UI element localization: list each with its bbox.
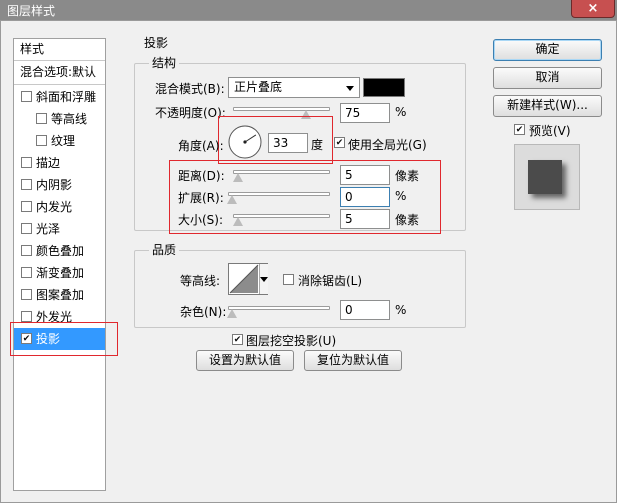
spread-slider[interactable] xyxy=(228,192,330,196)
spread-unit: % xyxy=(395,189,407,203)
make-default-button[interactable]: 设置为默认值 xyxy=(196,350,294,371)
quality-title: 品质 xyxy=(149,241,180,258)
style-list: 样式 混合选项:默认 斜面和浮雕等高线纹理描边内阴影内发光光泽颜色叠加渐变叠加图… xyxy=(13,38,106,491)
style-list-item-label: 颜色叠加 xyxy=(36,244,85,258)
size-input[interactable]: 5 xyxy=(340,209,390,229)
angle-dial[interactable] xyxy=(228,125,262,159)
angle-unit: 度 xyxy=(311,138,324,152)
style-list-item-label: 纹理 xyxy=(51,134,76,148)
style-checkbox[interactable] xyxy=(36,135,47,146)
style-list-item-label: 光泽 xyxy=(36,222,61,236)
blend-mode-value: 正片叠底 xyxy=(234,80,283,94)
close-icon: × xyxy=(587,1,599,16)
preview-label[interactable]: 预览(V) xyxy=(529,122,571,139)
size-slider[interactable] xyxy=(233,214,330,218)
style-list-item[interactable]: 描边 xyxy=(14,152,105,174)
reset-default-button[interactable]: 复位为默认值 xyxy=(304,350,402,371)
highlight-box xyxy=(10,322,118,356)
distance-slider-thumb[interactable] xyxy=(233,173,243,182)
contour-picker[interactable] xyxy=(228,263,268,295)
global-light-label[interactable]: 使用全局光(G) xyxy=(348,136,427,153)
style-checkbox[interactable] xyxy=(36,113,47,124)
noise-slider[interactable] xyxy=(228,306,330,310)
size-slider-thumb[interactable] xyxy=(233,217,243,226)
preview-thumbnail xyxy=(514,144,580,210)
global-light-checkbox[interactable] xyxy=(334,137,345,148)
noise-label: 杂色(N): xyxy=(180,305,227,319)
style-list-item[interactable]: 内发光 xyxy=(14,196,105,218)
spread-slider-thumb[interactable] xyxy=(227,195,237,204)
size-label: 大小(S): xyxy=(178,213,224,227)
style-list-item[interactable]: 等高线 xyxy=(14,108,105,130)
chevron-down-icon xyxy=(346,86,354,91)
style-list-item-label: 内发光 xyxy=(36,200,73,214)
window-title: 图层样式 xyxy=(7,4,56,18)
title-bar: 图层样式 xyxy=(0,0,617,20)
opacity-slider[interactable] xyxy=(233,107,330,111)
blend-mode-label: 混合模式(B): xyxy=(155,82,225,96)
chevron-down-icon xyxy=(260,277,268,282)
style-list-item[interactable]: 斜面和浮雕 xyxy=(14,86,105,108)
blend-mode-select[interactable]: 正片叠底 xyxy=(228,77,360,98)
close-button[interactable]: × xyxy=(571,0,615,18)
style-list-item[interactable]: 颜色叠加 xyxy=(14,240,105,262)
noise-unit: % xyxy=(395,303,407,317)
noise-slider-thumb[interactable] xyxy=(227,309,237,318)
style-checkbox[interactable] xyxy=(21,157,32,168)
style-checkbox[interactable] xyxy=(21,245,32,256)
style-checkbox[interactable] xyxy=(21,267,32,278)
distance-label: 距离(D): xyxy=(178,169,225,183)
contour-linear-icon xyxy=(229,264,259,294)
style-list-item-label: 等高线 xyxy=(51,112,88,126)
angle-label: 角度(A): xyxy=(178,139,224,153)
opacity-input[interactable]: 75 xyxy=(340,103,390,123)
style-list-item-label: 渐变叠加 xyxy=(36,266,85,280)
preview-checkbox[interactable] xyxy=(514,124,525,135)
distance-unit: 像素 xyxy=(395,169,420,183)
anti-alias-label[interactable]: 消除锯齿(L) xyxy=(298,272,362,289)
style-checkbox[interactable] xyxy=(21,91,32,102)
style-list-item-label: 描边 xyxy=(36,156,61,170)
style-checkbox[interactable] xyxy=(21,179,32,190)
style-list-header[interactable]: 样式 xyxy=(14,39,105,60)
style-list-item-label: 图案叠加 xyxy=(36,288,85,302)
style-list-item[interactable]: 图案叠加 xyxy=(14,284,105,306)
contour-label: 等高线: xyxy=(180,274,221,288)
size-unit: 像素 xyxy=(395,213,420,227)
style-checkbox[interactable] xyxy=(21,201,32,212)
distance-slider[interactable] xyxy=(233,170,330,174)
drop-shadow-title: 投影 xyxy=(141,34,172,51)
style-list-item-label: 内阴影 xyxy=(36,178,73,192)
opacity-label: 不透明度(O): xyxy=(155,106,226,120)
knockout-label[interactable]: 图层挖空投影(U) xyxy=(246,332,336,349)
ok-button[interactable]: 确定 xyxy=(493,39,602,61)
divider xyxy=(14,84,105,85)
style-list-item[interactable]: 内阴影 xyxy=(14,174,105,196)
distance-input[interactable]: 5 xyxy=(340,165,390,185)
style-list-item-label: 斜面和浮雕 xyxy=(36,90,97,104)
cancel-button[interactable]: 取消 xyxy=(493,67,602,89)
style-list-item[interactable]: 纹理 xyxy=(14,130,105,152)
structure-title: 结构 xyxy=(149,54,180,71)
divider xyxy=(14,60,105,61)
opacity-unit: % xyxy=(395,105,407,119)
spread-input[interactable]: 0 xyxy=(340,187,390,207)
style-checkbox[interactable] xyxy=(21,223,32,234)
blending-options-item[interactable]: 混合选项:默认 xyxy=(14,62,105,83)
style-list-item[interactable]: 光泽 xyxy=(14,218,105,240)
new-style-button[interactable]: 新建样式(W)... xyxy=(493,95,602,117)
noise-input[interactable]: 0 xyxy=(340,300,390,320)
angle-input[interactable]: 33 xyxy=(268,133,308,153)
preview-shape xyxy=(528,160,562,194)
shadow-color-swatch[interactable] xyxy=(363,78,405,97)
style-list-item[interactable]: 渐变叠加 xyxy=(14,262,105,284)
knockout-checkbox[interactable] xyxy=(232,334,243,345)
anti-alias-checkbox[interactable] xyxy=(283,274,294,285)
style-checkbox[interactable] xyxy=(21,289,32,300)
spread-label: 扩展(R): xyxy=(178,191,224,205)
style-checkbox[interactable] xyxy=(21,311,32,322)
